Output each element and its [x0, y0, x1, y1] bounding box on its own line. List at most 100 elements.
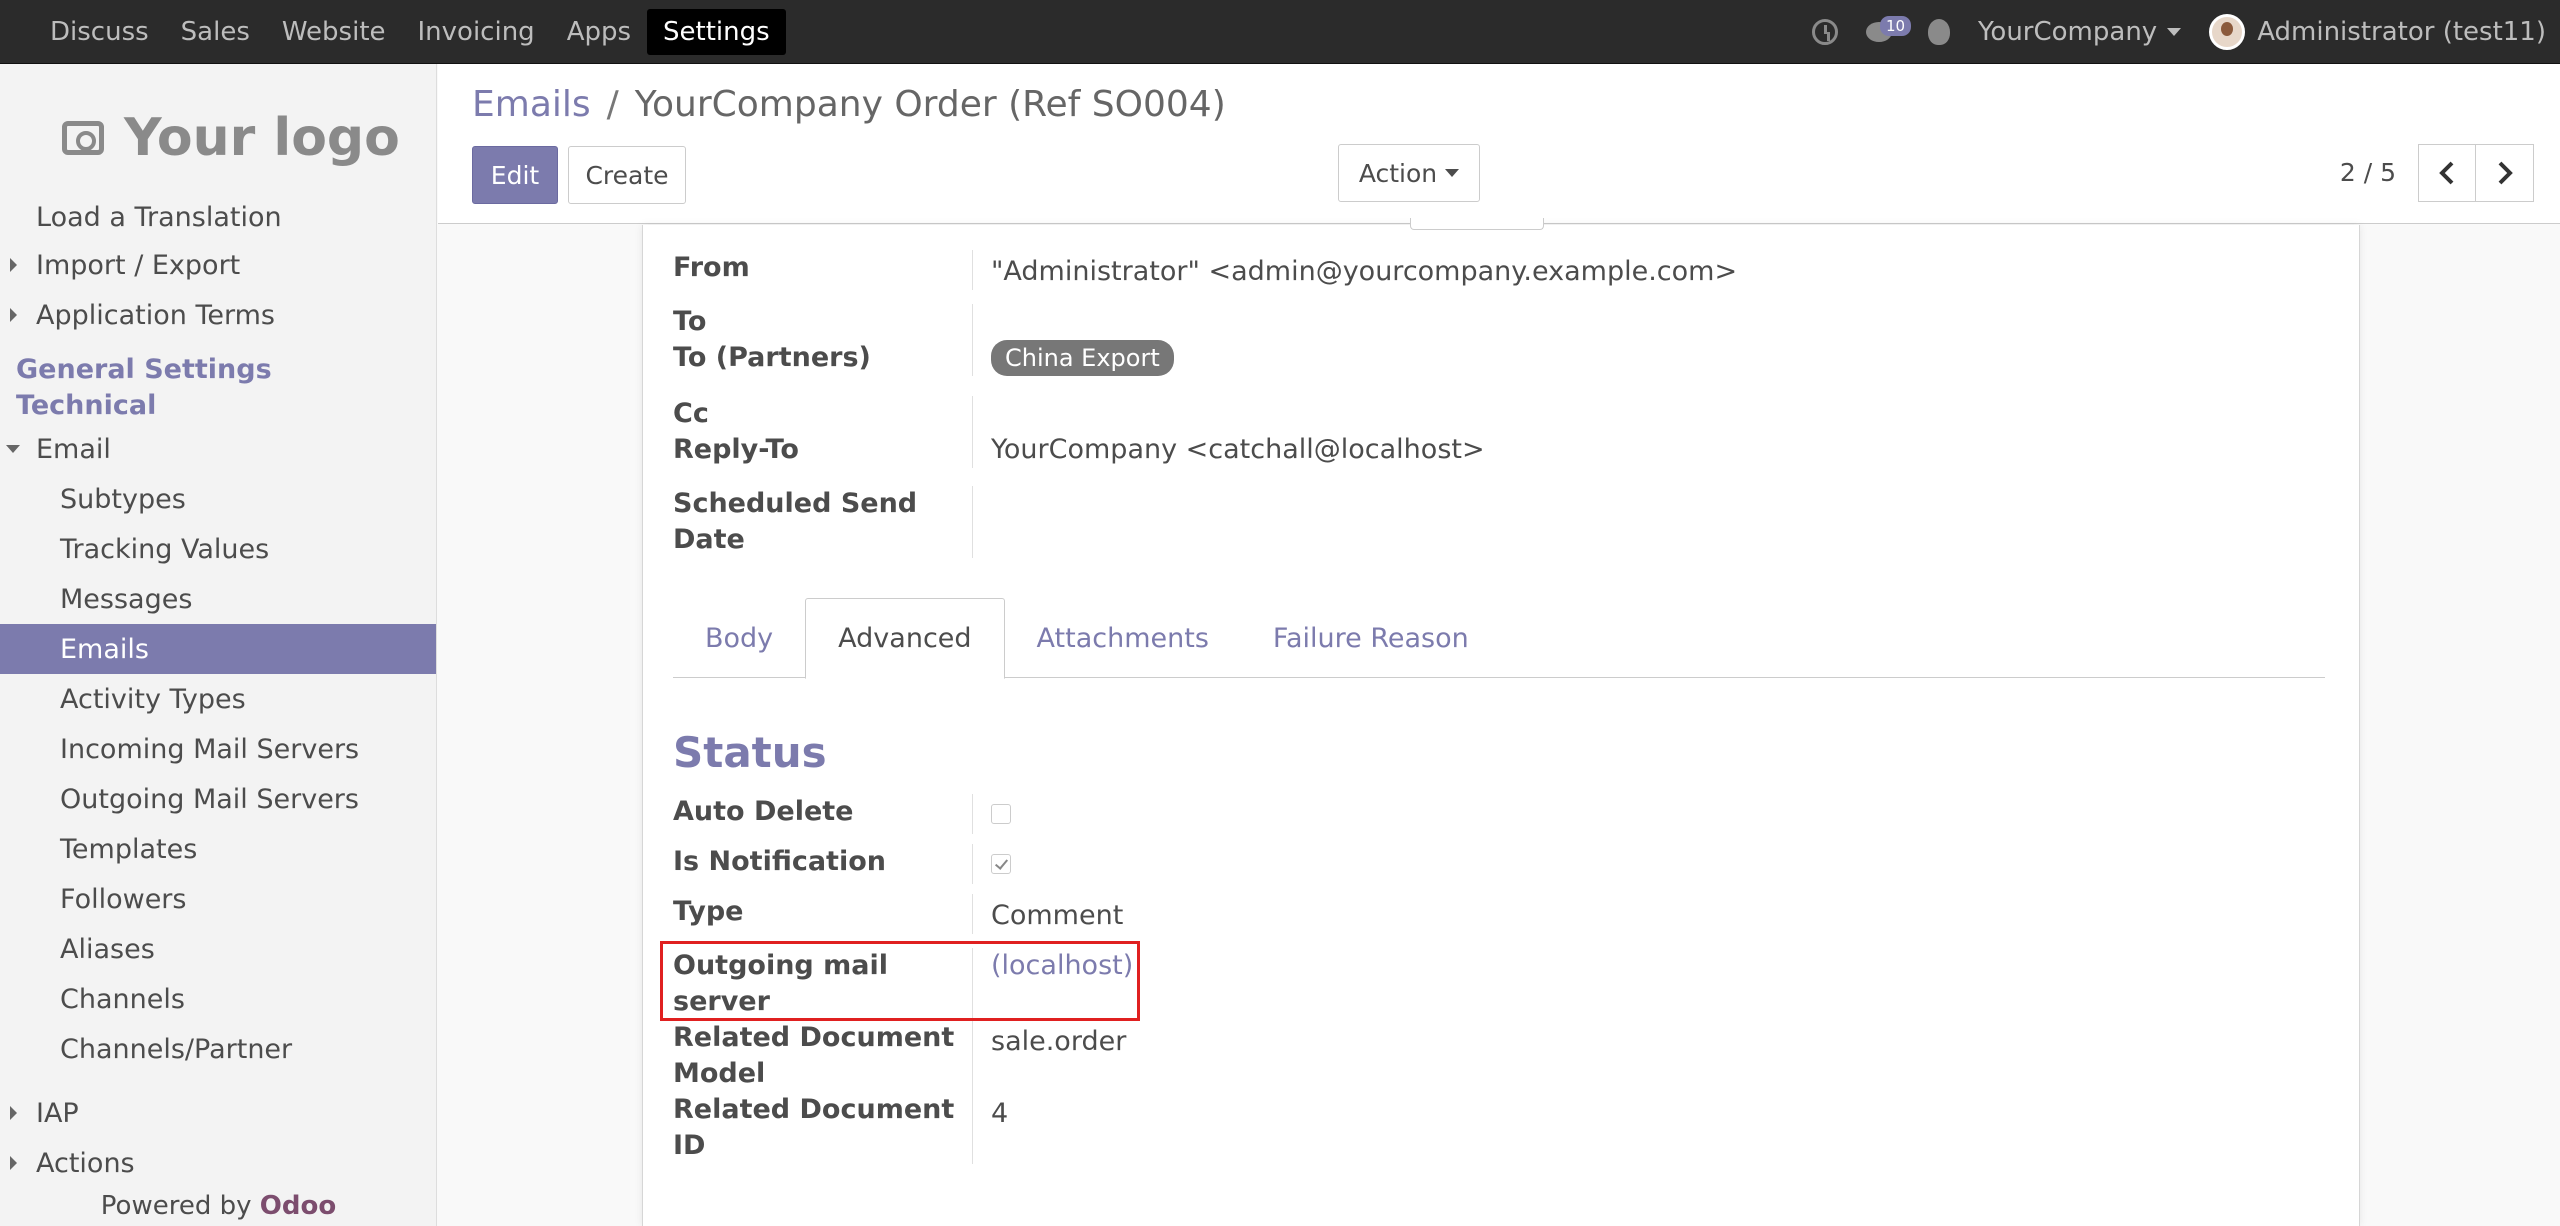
- company-name: YourCompany: [1977, 17, 2158, 47]
- sidebar-item-label: Email: [36, 433, 111, 465]
- sidebar-item-channels-partner[interactable]: Channels/Partner: [0, 1024, 436, 1074]
- messaging-chat-icon[interactable]: 10: [1865, 16, 1912, 44]
- pager-previous-button[interactable]: [2418, 144, 2476, 202]
- sidebar-item-incoming-mail-servers[interactable]: Incoming Mail Servers: [0, 724, 436, 774]
- field-label: Auto Delete: [673, 794, 973, 834]
- field-related-model: Related Document Model sale.order: [673, 1020, 1126, 1092]
- sidebar-item-aliases[interactable]: Aliases: [0, 924, 436, 974]
- sidebar-item-label: Load a Translation: [36, 201, 282, 233]
- breadcrumb-emails-link[interactable]: Emails: [472, 84, 591, 125]
- sidebar-item-outgoing-mail-servers[interactable]: Outgoing Mail Servers: [0, 774, 436, 824]
- menu-invoicing[interactable]: Invoicing: [402, 9, 551, 55]
- sidebar-item-channels[interactable]: Channels: [0, 974, 436, 1024]
- sidebar-item-label: Subtypes: [60, 483, 186, 515]
- sidebar-item-label: Channels/Partner: [60, 1033, 293, 1065]
- field-label: Related Document ID: [673, 1092, 973, 1164]
- sidebar-item-iap[interactable]: IAP: [0, 1088, 436, 1138]
- sidebar-item-tracking-values[interactable]: Tracking Values: [0, 524, 436, 574]
- control-panel: Emails / YourCompany Order (Ref SO004) E…: [438, 64, 2560, 224]
- menu-sales[interactable]: Sales: [165, 9, 266, 55]
- field-related-id: Related Document ID 4: [673, 1092, 1008, 1164]
- sidebar-item-templates[interactable]: Templates: [0, 824, 436, 874]
- sidebar-item-email[interactable]: Email: [0, 424, 436, 474]
- field-cc: Cc: [673, 396, 991, 432]
- field-type: Type Comment: [673, 894, 1123, 934]
- section-title-status: Status: [673, 728, 827, 777]
- tab-advanced[interactable]: Advanced: [805, 598, 1005, 679]
- debug-bug-icon[interactable]: [1927, 19, 1950, 45]
- field-label: Scheduled Send Date: [673, 486, 973, 558]
- field-reply-to: Reply-To YourCompany <catchall@localhost…: [673, 432, 1485, 468]
- field-value: 4: [991, 1098, 1009, 1129]
- field-value: [973, 794, 1011, 834]
- logo-text: Your logo: [124, 108, 400, 168]
- field-value: [973, 486, 991, 558]
- sidebar-item-label: Tracking Values: [60, 533, 270, 565]
- field-value: China Export: [973, 340, 1174, 376]
- sidebar-item-label: Followers: [60, 883, 187, 915]
- company-logo[interactable]: Your logo: [62, 108, 400, 168]
- sidebar-item-label: Import / Export: [36, 249, 241, 281]
- pager-value[interactable]: 2 / 5: [2322, 155, 2396, 191]
- sidebar-item-subtypes[interactable]: Subtypes: [0, 474, 436, 524]
- sidebar-item-emails[interactable]: Emails: [0, 624, 436, 674]
- tab-failure-reason[interactable]: Failure Reason: [1241, 598, 1501, 678]
- odoo-link[interactable]: Odoo: [260, 1191, 336, 1221]
- app-menu: Discuss Sales Website Invoicing Apps Set…: [34, 0, 786, 64]
- sidebar-item-label: Templates: [60, 833, 198, 865]
- caret-right-icon: [10, 1106, 17, 1120]
- sidebar-item-import-export[interactable]: Import / Export: [0, 240, 436, 290]
- sidebar-item-label: Activity Types: [60, 683, 246, 715]
- field-label-line: Related Document: [673, 1022, 955, 1053]
- chevron-down-icon: [2167, 28, 2182, 36]
- tab-attachments[interactable]: Attachments: [1005, 598, 1241, 678]
- sidebar-item-actions[interactable]: Actions: [0, 1138, 436, 1188]
- powered-by-text: Powered by: [100, 1191, 252, 1221]
- field-label-line: ID: [673, 1130, 706, 1161]
- sidebar-item-messages[interactable]: Messages: [0, 574, 436, 624]
- field-value: Comment: [991, 900, 1124, 931]
- edit-button[interactable]: Edit: [472, 146, 558, 204]
- sidebar-item-label: Application Terms: [36, 299, 275, 331]
- chevron-right-icon: [2498, 161, 2513, 185]
- field-value: [973, 844, 1011, 884]
- action-dropdown[interactable]: Action: [1338, 144, 1480, 202]
- action-label: Action: [1358, 158, 1438, 188]
- settings-sidebar: Your logo Load a Translation Import / Ex…: [0, 64, 437, 1226]
- is-notification-checkbox[interactable]: [991, 854, 1011, 874]
- tab-body[interactable]: Body: [673, 598, 805, 678]
- field-label: To (Partners): [673, 340, 973, 376]
- pager: 2 / 5: [2322, 144, 2534, 202]
- sidebar-category-general-settings[interactable]: General Settings: [0, 352, 436, 388]
- field-label-line: Scheduled Send: [673, 488, 918, 519]
- company-switcher[interactable]: YourCompany: [1977, 17, 2182, 47]
- field-value: sale.order: [991, 1026, 1127, 1057]
- auto-delete-checkbox[interactable]: [991, 804, 1011, 824]
- field-label-line: Date: [673, 524, 745, 555]
- sidebar-item-activity-types[interactable]: Activity Types: [0, 674, 436, 724]
- sidebar-item-application-terms[interactable]: Application Terms: [0, 290, 436, 340]
- field-is-notification: Is Notification: [673, 844, 1011, 884]
- create-button[interactable]: Create: [568, 146, 686, 204]
- menu-apps[interactable]: Apps: [551, 9, 647, 55]
- menu-discuss[interactable]: Discuss: [34, 9, 165, 55]
- user-menu[interactable]: Administrator (test11): [2209, 14, 2546, 50]
- field-label: From: [673, 250, 973, 290]
- message-count-badge: 10: [1879, 16, 1912, 36]
- partner-tag[interactable]: China Export: [991, 340, 1174, 376]
- notebook-tabs: Body Advanced Attachments Failure Reason: [673, 598, 2325, 679]
- sidebar-category-technical[interactable]: Technical: [0, 388, 436, 424]
- sidebar-item-label: Outgoing Mail Servers: [60, 783, 359, 815]
- menu-settings[interactable]: Settings: [647, 9, 786, 55]
- menu-website[interactable]: Website: [266, 9, 402, 55]
- field-scheduled-date: Scheduled Send Date: [673, 486, 991, 558]
- sidebar-item-followers[interactable]: Followers: [0, 874, 436, 924]
- chevron-left-icon: [2439, 161, 2454, 185]
- sidebar-item-load-translation[interactable]: Load a Translation: [0, 194, 436, 240]
- pager-next-button[interactable]: [2476, 144, 2534, 202]
- activity-clock-icon[interactable]: [1811, 19, 1838, 45]
- field-value: [973, 304, 991, 340]
- field-label-line: Related Document: [673, 1094, 955, 1125]
- top-navbar: Discuss Sales Website Invoicing Apps Set…: [0, 0, 2560, 64]
- field-to-partners: To (Partners) China Export: [673, 340, 1174, 376]
